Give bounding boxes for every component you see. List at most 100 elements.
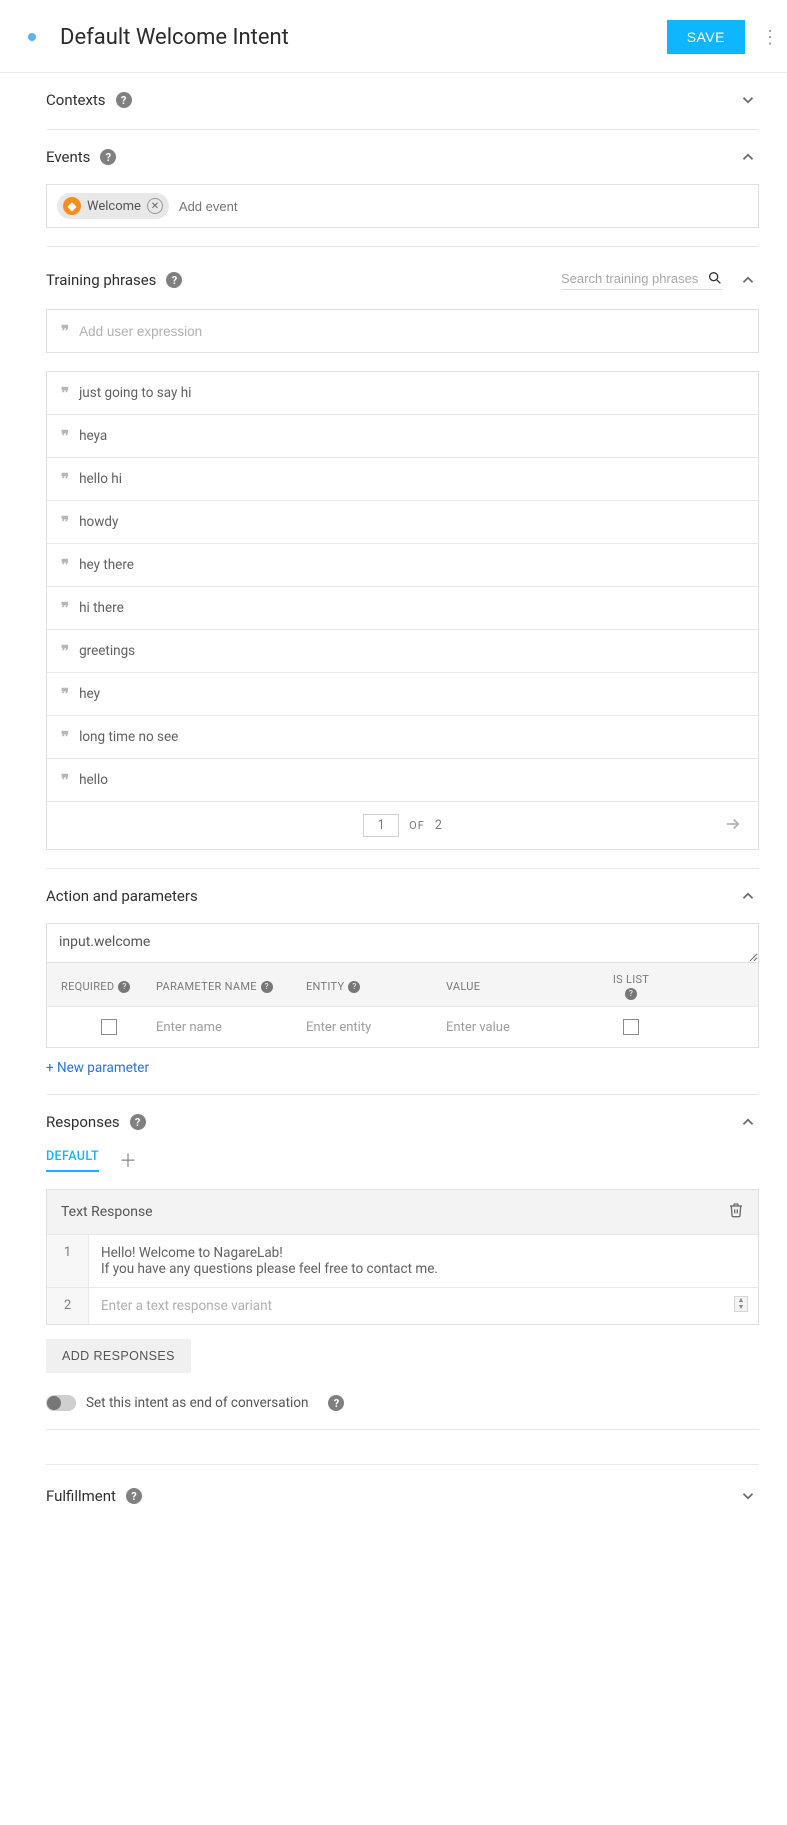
intent-title[interactable]: Default Welcome Intent xyxy=(60,25,667,50)
islist-checkbox[interactable] xyxy=(623,1019,639,1035)
event-chip-welcome[interactable]: ◆ Welcome ✕ xyxy=(57,193,169,219)
save-button[interactable]: SAVE xyxy=(667,20,745,54)
training-phrase-text: hi there xyxy=(79,600,124,616)
chevron-down-icon[interactable] xyxy=(737,1485,759,1507)
quote-icon: ❞ xyxy=(61,642,69,660)
col-value: VALUE xyxy=(446,980,586,993)
fulfillment-title: Fulfillment xyxy=(46,1487,116,1505)
required-checkbox[interactable] xyxy=(101,1019,117,1035)
search-input[interactable] xyxy=(561,271,701,286)
training-phrase-row[interactable]: ❞ greetings xyxy=(47,629,758,672)
help-icon[interactable]: ? xyxy=(625,988,637,1000)
stepper-icon[interactable]: ▲▼ xyxy=(734,1296,748,1312)
add-expression-input[interactable] xyxy=(79,324,744,339)
action-title: Action and parameters xyxy=(46,887,198,905)
add-event-input[interactable] xyxy=(179,199,748,214)
chevron-up-icon[interactable] xyxy=(737,146,759,168)
training-search xyxy=(561,270,723,290)
training-phrase-row[interactable]: ❞heya xyxy=(47,414,758,457)
training-phrase-row[interactable]: ❞long time no see xyxy=(47,715,758,758)
section-contexts: Contexts ? xyxy=(46,73,759,130)
parameters-table: REQUIRED? PARAMETER NAME? ENTITY? VALUE … xyxy=(46,963,759,1048)
training-phrase-row[interactable]: ❞hey xyxy=(47,672,758,715)
delete-icon[interactable] xyxy=(728,1202,744,1222)
intent-header: Default Welcome Intent SAVE ⋮ xyxy=(0,0,787,73)
training-phrase-row[interactable]: ❞ hi there xyxy=(47,586,758,629)
section-fulfillment: Fulfillment ? xyxy=(46,1464,759,1529)
help-icon[interactable]: ? xyxy=(166,272,182,288)
help-icon[interactable]: ? xyxy=(328,1395,344,1411)
parameter-row: Enter name Enter entity Enter value xyxy=(47,1006,758,1047)
col-required: REQUIRED? xyxy=(61,980,156,993)
page-of-label: OF xyxy=(409,819,425,832)
col-entity: ENTITY? xyxy=(306,980,446,993)
help-icon[interactable]: ? xyxy=(348,981,360,993)
chevron-up-icon[interactable] xyxy=(737,1111,759,1133)
help-icon[interactable]: ? xyxy=(126,1488,142,1504)
remove-event-icon[interactable]: ✕ xyxy=(147,198,163,214)
param-entity-input[interactable]: Enter entity xyxy=(306,1020,446,1035)
quote-icon: ❞ xyxy=(61,322,69,340)
response-row-number: 2 xyxy=(47,1288,89,1324)
quote-icon: ❞ xyxy=(61,771,69,789)
responses-title: Responses xyxy=(46,1113,120,1131)
end-of-conversation-label: Set this intent as end of conversation xyxy=(86,1395,308,1411)
add-tab-icon[interactable]: ＋ xyxy=(119,1147,137,1173)
chevron-up-icon[interactable] xyxy=(737,269,759,291)
training-phrase-row[interactable]: ❞ howdy xyxy=(47,500,758,543)
training-phrase-text: hello hi xyxy=(79,471,122,487)
training-phrase-row[interactable]: ❞hey there xyxy=(47,543,758,586)
response-box-title: Text Response xyxy=(61,1204,153,1220)
training-phrase-row[interactable]: ❞ just going to say hi xyxy=(47,372,758,414)
events-title: Events xyxy=(46,148,90,166)
action-name-input[interactable]: input.welcome xyxy=(46,923,759,963)
chevron-up-icon[interactable] xyxy=(737,885,759,907)
help-icon[interactable]: ? xyxy=(100,149,116,165)
page-total: 2 xyxy=(435,818,442,833)
overflow-menu-icon[interactable]: ⋮ xyxy=(761,35,775,40)
training-phrase-text: hello xyxy=(79,772,108,788)
quote-icon: ❞ xyxy=(61,599,69,617)
response-row: 1 Hello! Welcome to NagareLab! If you ha… xyxy=(47,1234,758,1287)
training-phrase-text: greetings xyxy=(79,643,135,659)
section-training-phrases: Training phrases ? ❞ ❞just going to say … xyxy=(46,247,759,869)
page-current-input[interactable]: 1 xyxy=(363,814,399,837)
response-text-input[interactable]: Hello! Welcome to NagareLab! If you have… xyxy=(89,1235,758,1287)
event-chip-label: Welcome xyxy=(87,199,141,214)
next-page-icon[interactable] xyxy=(724,815,742,837)
search-icon[interactable] xyxy=(707,270,723,286)
training-phrase-list: ❞just going to say hi❞heya❞hello hi❞howd… xyxy=(46,371,759,850)
col-islist: IS LIST? xyxy=(586,973,676,1000)
help-icon[interactable]: ? xyxy=(261,981,273,993)
section-events: Events ? ◆ Welcome ✕ xyxy=(46,130,759,247)
param-value-input[interactable]: Enter value xyxy=(446,1020,586,1035)
response-row: 2 Enter a text response variant▲▼ xyxy=(47,1287,758,1324)
response-row-number: 1 xyxy=(47,1235,89,1287)
new-parameter-button[interactable]: + New parameter xyxy=(46,1060,759,1076)
section-action-params: Action and parameters input.welcome REQU… xyxy=(46,869,759,1095)
chevron-down-icon[interactable] xyxy=(737,89,759,111)
param-name-input[interactable]: Enter name xyxy=(156,1020,306,1035)
help-icon[interactable]: ? xyxy=(116,92,132,108)
help-icon[interactable]: ? xyxy=(130,1114,146,1130)
text-response-box: Text Response 1 Hello! Welcome to Nagare… xyxy=(46,1189,759,1325)
quote-icon: ❞ xyxy=(61,556,69,574)
quote-icon: ❞ xyxy=(61,513,69,531)
add-phrase-box: ❞ xyxy=(46,309,759,353)
end-of-conversation-toggle[interactable] xyxy=(46,1395,76,1411)
training-phrase-text: howdy xyxy=(79,514,118,530)
training-phrase-text: just going to say hi xyxy=(79,385,191,401)
training-phrase-text: heya xyxy=(79,428,107,444)
response-variant-input[interactable]: Enter a text response variant▲▼ xyxy=(89,1288,758,1324)
training-phrase-row[interactable]: ❞ hello xyxy=(47,758,758,801)
end-of-conversation-row: Set this intent as end of conversation ? xyxy=(46,1395,759,1411)
event-icon: ◆ xyxy=(63,197,81,215)
tab-default[interactable]: DEFAULT xyxy=(46,1149,99,1172)
quote-icon: ❞ xyxy=(61,470,69,488)
training-phrase-row[interactable]: ❞ hello hi xyxy=(47,457,758,500)
help-icon[interactable]: ? xyxy=(118,981,130,993)
quote-icon: ❞ xyxy=(61,384,69,402)
add-responses-button[interactable]: ADD RESPONSES xyxy=(46,1339,191,1373)
training-phrase-text: long time no see xyxy=(79,729,178,745)
intent-status-dot xyxy=(28,33,36,41)
